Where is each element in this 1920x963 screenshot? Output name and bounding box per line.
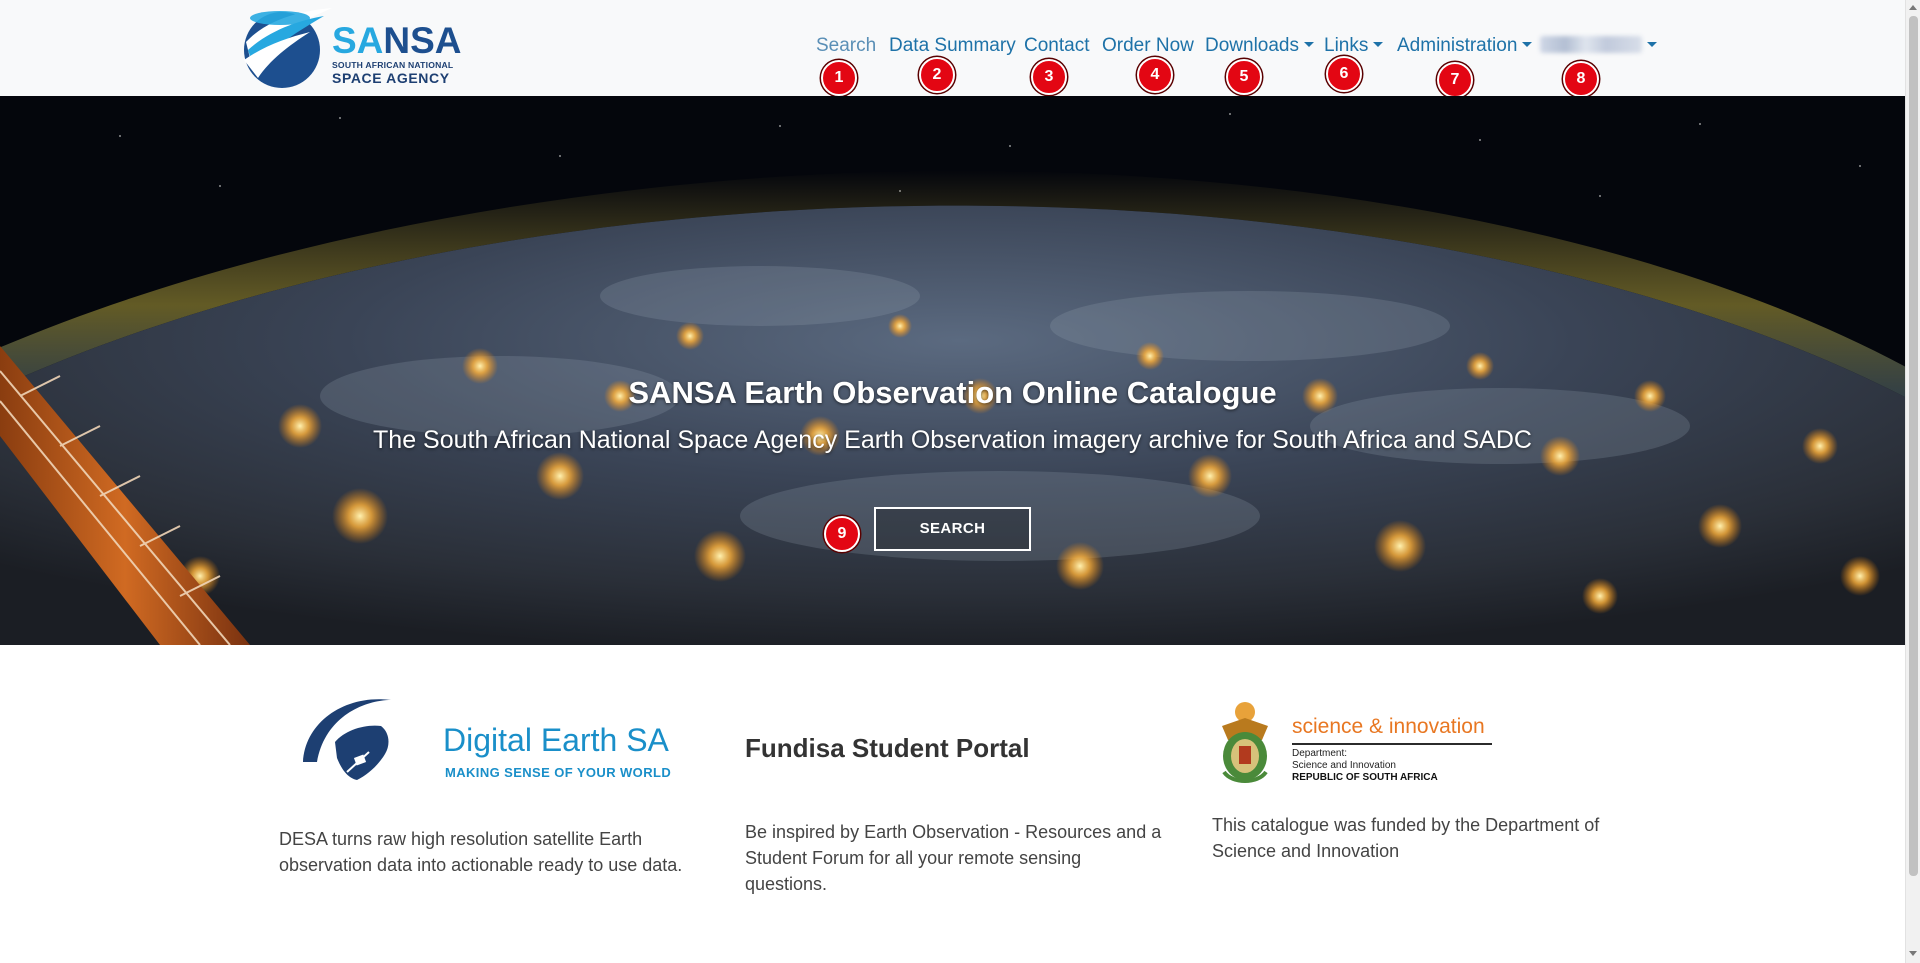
earth-at-night-image (0, 96, 1905, 645)
hero-title: SANSA Earth Observation Online Catalogue (628, 375, 1277, 410)
marker-2: 2 (919, 57, 955, 93)
caret-down-icon (1647, 42, 1657, 47)
nav-contact[interactable]: Contact (1024, 34, 1089, 58)
user-name-redacted (1540, 36, 1642, 53)
marker-9: 9 (824, 516, 860, 552)
nav-downloads[interactable]: Downloads (1205, 34, 1314, 58)
marker-4: 4 (1137, 57, 1173, 93)
nav-search[interactable]: Search (816, 34, 876, 58)
marker-6: 6 (1326, 56, 1362, 92)
scroll-down-arrow-icon[interactable] (1909, 951, 1917, 956)
page-scrollbar[interactable] (1905, 0, 1920, 963)
hero-search-button[interactable]: SEARCH (874, 507, 1031, 551)
dsi-description: This catalogue was funded by the Departm… (1212, 815, 1600, 861)
hero-subtitle: The South African National Space Agency … (373, 426, 1532, 454)
digital-earth-sa-tagline: MAKING SENSE OF YOUR WORLD (445, 765, 672, 780)
fundisa-description: Be inspired by Earth Observation - Resou… (745, 822, 1162, 894)
dsi-logo[interactable]: science & innovation Department: Science… (1212, 700, 1502, 790)
nav-administration[interactable]: Administration (1397, 34, 1533, 58)
sansa-logo[interactable]: SANSA SOUTH AFRICAN NATIONAL SPACE AGENC… (240, 2, 462, 90)
brand-name-rest: NSA (383, 20, 462, 61)
nav-order-now[interactable]: Order Now (1102, 34, 1194, 58)
marker-7: 7 (1437, 62, 1473, 98)
coat-of-arms-icon (1222, 702, 1268, 783)
nav-links-label: Links (1324, 35, 1369, 56)
brand-name: SANSA (332, 22, 462, 59)
brand-line-2: SPACE AGENCY (332, 69, 450, 86)
africa-globe-icon (303, 699, 391, 780)
nav-administration-label: Administration (1397, 35, 1518, 56)
nav-downloads-label: Downloads (1205, 35, 1299, 56)
brand-name-accent: SA (332, 20, 384, 61)
brand-line-1: SOUTH AFRICAN NATIONAL (332, 60, 454, 70)
dsi-department: Department: Science and Innovation (1292, 748, 1396, 772)
nav-user-menu[interactable] (1540, 34, 1657, 58)
scroll-up-arrow-icon[interactable] (1909, 5, 1917, 10)
marker-8: 8 (1563, 61, 1599, 97)
dsi-department-line-2: Science and Innovation (1292, 760, 1396, 771)
marker-5: 5 (1226, 59, 1262, 95)
dsi-divider (1292, 743, 1492, 745)
nav-links[interactable]: Links (1324, 34, 1384, 58)
caret-down-icon (1373, 42, 1384, 47)
dsi-department-line-1: Department: (1292, 748, 1348, 759)
sansa-swoosh-icon (244, 8, 332, 88)
dsi-country: REPUBLIC OF SOUTH AFRICA (1292, 772, 1438, 783)
fundisa-heading[interactable]: Fundisa Student Portal (745, 733, 1145, 764)
nav-data-summary[interactable]: Data Summary (889, 34, 1016, 58)
marker-1: 1 (821, 60, 857, 96)
caret-down-icon (1304, 42, 1314, 47)
desa-description: DESA turns raw high resolution satellite… (279, 829, 683, 875)
hero-banner: SANSA Earth Observation Online Catalogue… (0, 96, 1905, 645)
caret-down-icon (1522, 42, 1533, 47)
sansa-wordmark: SANSA SOUTH AFRICAN NATIONAL SPACE AGENC… (332, 22, 462, 85)
marker-3: 3 (1031, 59, 1067, 95)
digital-earth-sa-name: Digital Earth SA (443, 722, 669, 758)
scrollbar-thumb[interactable] (1909, 16, 1918, 876)
dsi-title: science & innovation (1292, 715, 1485, 738)
digital-earth-sa-logo[interactable]: Digital Earth SA MAKING SENSE OF YOUR WO… (295, 692, 675, 792)
